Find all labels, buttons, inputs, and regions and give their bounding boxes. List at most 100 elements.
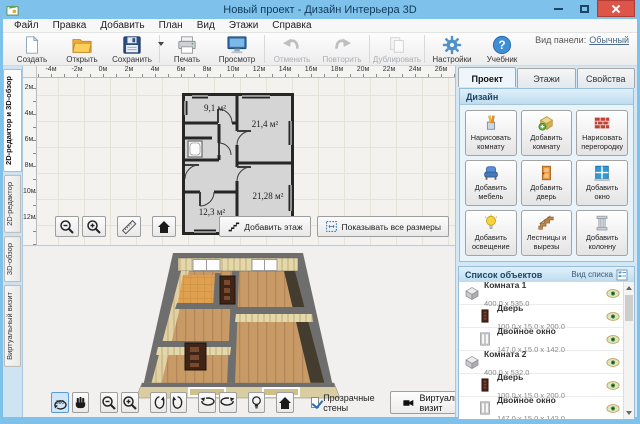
home-3d-button[interactable] — [276, 392, 294, 413]
visibility-eye-icon[interactable] — [606, 334, 620, 345]
transparent-walls-checkbox[interactable] — [311, 397, 319, 408]
design-groupbox: Дизайн Нарисовать комнату Добавить комна… — [459, 88, 634, 262]
scrollbar-thumb[interactable] — [625, 295, 633, 321]
menu-plan[interactable]: План — [152, 20, 190, 31]
orbit-left-button[interactable] — [198, 392, 216, 413]
zoom-out-3d-button[interactable] — [100, 392, 118, 413]
room-object-icon — [463, 354, 480, 370]
rotate-up-button[interactable] — [150, 392, 167, 413]
draw-partition-button[interactable]: Нарисовать перегородку — [576, 110, 628, 156]
add-furniture-button[interactable]: Добавить мебель — [465, 160, 517, 206]
room-object-icon — [463, 285, 480, 301]
add-door-icon — [537, 164, 555, 182]
tab-virtual-visit[interactable]: Виртуальный визит — [4, 285, 21, 367]
window-object-icon — [476, 400, 493, 416]
print-button[interactable]: Печать — [162, 34, 212, 64]
editor-2d[interactable]: -4м -2м 0м 2м 4м 6м 8м 10м 12м 14м 16м 1… — [23, 66, 455, 246]
rotate-360-button[interactable]: 360 — [51, 392, 69, 413]
close-button[interactable] — [597, 0, 635, 17]
tab-project[interactable]: Проект — [458, 67, 516, 87]
draw-room-button[interactable]: Нарисовать комнату — [465, 110, 517, 156]
virtual-visit-button[interactable]: Виртуальный визит — [390, 391, 455, 414]
redo-icon — [331, 35, 353, 55]
window-title: Новый проект - Дизайн Интерьера 3D — [3, 4, 637, 16]
object-row-window2[interactable]: Двойное окно147.0 x 15.0 x 142.0 — [459, 397, 634, 420]
app-window: Новый проект - Дизайн Интерьера 3D Файл … — [0, 0, 640, 424]
zoom-in-2d-button[interactable] — [82, 216, 106, 237]
add-door-button[interactable]: Добавить дверь — [521, 160, 573, 206]
viewer-3d[interactable]: 360 Прозрачные стены Виртуальный визит — [23, 247, 455, 417]
main-area: 2D-редактор и 3D-обзор 2D-редактор 3D-об… — [3, 66, 637, 417]
tutorial-button[interactable]: ? Учебник — [477, 34, 527, 64]
light-button[interactable] — [248, 392, 265, 413]
zoom-out-2d-button[interactable] — [55, 216, 79, 237]
rotate-cw-icon — [171, 395, 186, 410]
floor-buttons: Добавить этаж Показывать все размеры — [219, 216, 449, 237]
object-list: Комната 1400.0 x 535.0 Дверь100.0 x 15.0… — [458, 282, 635, 420]
visibility-eye-icon[interactable] — [606, 403, 620, 414]
show-all-sizes-button[interactable]: Показывать все размеры — [317, 216, 449, 237]
menu-view[interactable]: Вид — [190, 20, 222, 31]
tab-properties[interactable]: Свойства — [577, 68, 635, 88]
add-window-button[interactable]: Добавить окно — [576, 160, 628, 206]
scroll-down-arrow[interactable] — [626, 411, 632, 415]
visibility-eye-icon[interactable] — [606, 357, 620, 368]
door-object-icon — [476, 308, 493, 324]
measure-button[interactable] — [117, 216, 141, 237]
settings-button[interactable]: Настройки — [427, 34, 477, 64]
add-column-button[interactable]: Добавить колонну — [576, 210, 628, 256]
home-2d-button[interactable] — [152, 216, 176, 237]
menu-add[interactable]: Добавить — [93, 20, 151, 31]
tab-2d-and-3d[interactable]: 2D-редактор и 3D-обзор — [3, 69, 22, 172]
svg-text:?: ? — [498, 38, 505, 52]
rotate-down-button[interactable] — [170, 392, 187, 413]
tab-3d-view[interactable]: 3D-обзор — [4, 236, 21, 282]
room1-area-label: 9,1 м² — [204, 103, 226, 113]
design-grid: Нарисовать комнату Добавить комнату Нари… — [460, 105, 633, 261]
scroll-up-arrow[interactable] — [626, 286, 632, 290]
tab-2d-editor[interactable]: 2D-редактор — [4, 175, 21, 233]
list-view-icon — [616, 269, 628, 281]
redo-button: Повторить — [317, 34, 367, 64]
home-icon — [156, 219, 172, 235]
menu-edit[interactable]: Правка — [46, 20, 94, 31]
open-button[interactable]: Открыть — [57, 34, 107, 64]
preview-button[interactable]: Просмотр — [212, 34, 262, 64]
rotate-ccw-icon — [151, 395, 166, 410]
transparent-walls-toggle[interactable]: Прозрачные стены — [311, 393, 377, 413]
visibility-eye-icon[interactable] — [606, 380, 620, 391]
menubar: Файл Правка Добавить План Вид Этажи Спра… — [3, 19, 637, 33]
save-button[interactable]: Сохранить — [107, 34, 157, 64]
add-floor-button[interactable]: Добавить этаж — [219, 216, 310, 237]
home-icon — [277, 395, 293, 411]
ruler-icon — [121, 219, 137, 235]
zoom-in-3d-button[interactable] — [121, 392, 139, 413]
plan-canvas[interactable]: 9,1 м² 21,4 м² 21,28 м² 12,3 м² Добав — [37, 78, 455, 245]
pan-button[interactable] — [72, 392, 89, 413]
orbit-right-button[interactable] — [219, 392, 237, 413]
panel-view-selector[interactable]: Вид панели:Обычный — [535, 35, 629, 45]
minimize-button[interactable] — [545, 0, 571, 17]
add-room-button[interactable]: Добавить комнату — [521, 110, 573, 156]
tab-floors[interactable]: Этажи — [517, 68, 575, 88]
add-light-button[interactable]: Добавить освещение — [465, 210, 517, 256]
menu-floors[interactable]: Этажи — [222, 20, 266, 31]
stairs-button[interactable]: Лестницы и вырезы — [521, 210, 573, 256]
visibility-eye-icon[interactable] — [606, 311, 620, 322]
new-button[interactable]: Создать — [7, 34, 57, 64]
visibility-eye-icon[interactable] — [606, 288, 620, 299]
menu-help[interactable]: Справка — [265, 20, 318, 31]
floor-plan[interactable]: 9,1 м² 21,4 м² 21,28 м² 12,3 м² — [182, 93, 294, 235]
pan-hand-icon — [73, 395, 88, 410]
save-dropdown-arrow[interactable] — [158, 42, 164, 46]
draw-room-icon — [482, 114, 500, 132]
menu-file[interactable]: Файл — [7, 20, 46, 31]
orbit-right-icon — [220, 395, 236, 411]
camera-icon — [403, 397, 414, 409]
object-list-scrollbar[interactable] — [623, 282, 634, 419]
maximize-button[interactable] — [571, 0, 597, 17]
undo-icon — [281, 35, 303, 55]
list-view-selector[interactable]: Вид списка — [571, 269, 628, 281]
panel-view-value[interactable]: Обычный — [589, 35, 629, 45]
help-icon: ? — [492, 35, 512, 55]
